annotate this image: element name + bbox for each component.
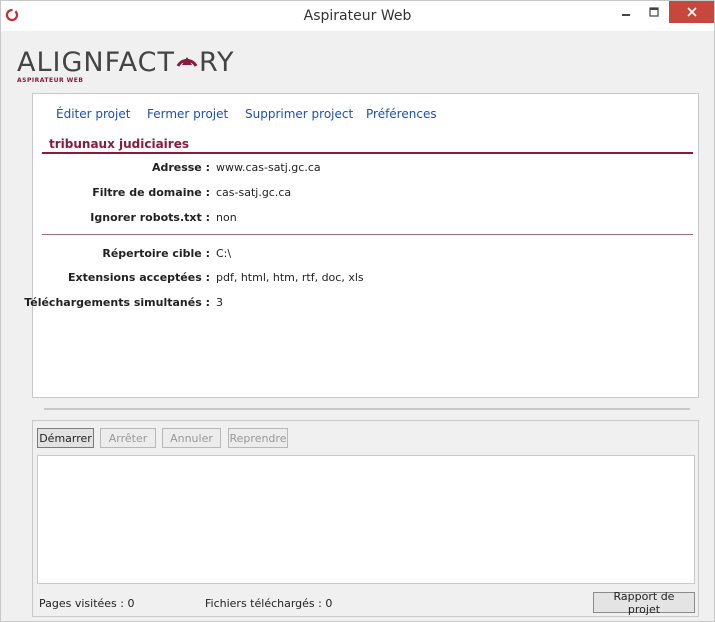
field-row-simultaneous: Téléchargements simultanés : 3 — [24, 296, 693, 312]
menu-close-project[interactable]: Fermer projet — [147, 107, 228, 121]
logo-text-after: RY — [199, 47, 235, 78]
cancel-button[interactable]: Annuler — [162, 428, 221, 448]
field-value: www.cas-satj.gc.ca — [216, 161, 321, 174]
stop-button[interactable]: Arrêter — [100, 428, 156, 448]
files-downloaded-status: Fichiers téléchargés : 0 — [205, 597, 333, 610]
field-row-domain-filter: Filtre de domaine : cas-satj.gc.ca — [33, 186, 693, 202]
menu-edit-project[interactable]: Éditer projet — [56, 107, 130, 121]
download-panel: Démarrer Arrêter Annuler Reprendre Pages… — [32, 420, 699, 617]
title-bar[interactable]: Aspirateur Web — [1, 1, 714, 31]
start-button[interactable]: Démarrer — [37, 428, 94, 448]
resume-button[interactable]: Reprendre — [228, 428, 288, 448]
minimize-icon — [622, 14, 630, 16]
pages-visited-status: Pages visitées : 0 — [39, 597, 135, 610]
app-logo: ALIGNFACT RY — [17, 48, 235, 76]
menu-preferences[interactable]: Préférences — [366, 107, 437, 121]
project-name: tribunaux judiciaires — [49, 137, 189, 151]
logo-text-before: ALIGNFACT — [17, 47, 175, 78]
field-value: non — [216, 211, 237, 224]
field-value: cas-satj.gc.ca — [216, 186, 292, 199]
close-button[interactable] — [669, 1, 714, 23]
logo-o-icon — [174, 48, 200, 74]
field-label: Filtre de domaine : — [92, 186, 210, 199]
section-divider-thin — [42, 234, 693, 235]
field-value: pdf, html, htm, rtf, doc, xls — [216, 271, 364, 284]
menu-delete-project[interactable]: Supprimer project — [245, 107, 353, 121]
maximize-icon — [649, 7, 659, 17]
panel-splitter[interactable] — [44, 408, 690, 410]
field-row-extensions: Extensions acceptées : pdf, html, htm, r… — [33, 271, 693, 287]
field-label: Ignorer robots.txt : — [90, 211, 210, 224]
field-label: Extensions acceptées : — [68, 271, 210, 284]
field-row-robots: Ignorer robots.txt : non — [33, 211, 693, 227]
app-window: Aspirateur Web ALIGNFACT RY ASPIRATEUR WE… — [0, 0, 715, 622]
field-label: Répertoire cible : — [102, 247, 210, 260]
section-divider — [42, 152, 693, 154]
field-row-target-dir: Répertoire cible : C:\ — [33, 247, 693, 263]
field-row-address: Adresse : www.cas-satj.gc.ca — [33, 161, 693, 177]
maximize-button[interactable] — [641, 1, 667, 23]
project-report-button[interactable]: Rapport de projet — [593, 590, 695, 616]
logo-subtitle: ASPIRATEUR WEB — [17, 77, 84, 84]
window-title: Aspirateur Web — [303, 8, 412, 24]
field-value: C:\ — [216, 247, 232, 260]
field-label: Téléchargements simultanés : — [24, 296, 210, 309]
field-value: 3 — [216, 296, 223, 309]
log-area[interactable] — [37, 455, 695, 584]
minimize-button[interactable] — [613, 1, 639, 23]
close-icon — [686, 7, 697, 17]
field-label: Adresse : — [151, 161, 210, 174]
project-panel: Éditer projet Fermer projet Supprimer pr… — [24, 93, 699, 398]
